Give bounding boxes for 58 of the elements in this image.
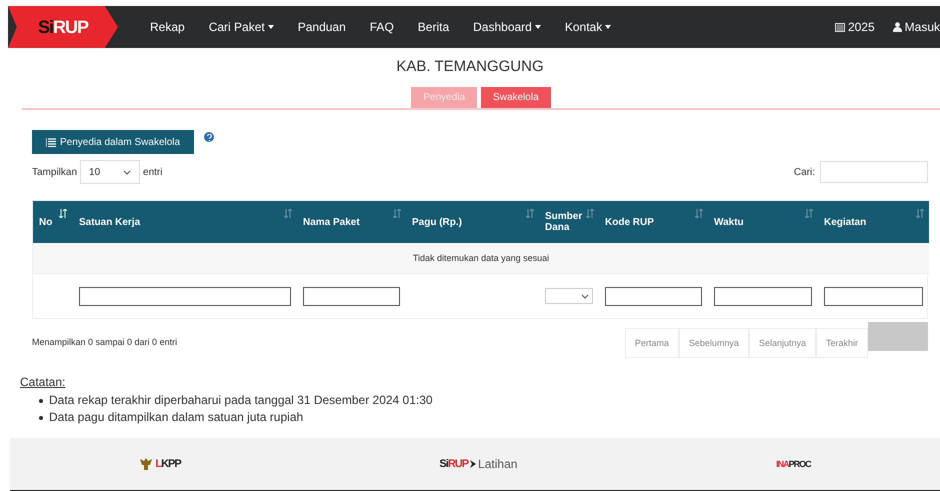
caret-icon	[268, 25, 274, 29]
sort-icon	[805, 209, 813, 218]
note-item: Data rekap terakhir diperbaharui pada tanggal 31 Desember 2024 01:30	[49, 392, 433, 409]
note-item: Data pagu ditampilkan dalam satuan juta rupiah	[49, 409, 304, 426]
page-title: KAB. TEMANGGUNG	[395, 58, 545, 75]
sirup-logo[interactable]: SiRUP	[8, 6, 118, 48]
column-filter-field[interactable]	[303, 286, 400, 306]
search-label: Cari:	[794, 166, 815, 178]
bullet-icon	[39, 416, 43, 420]
list-icon	[46, 138, 56, 146]
column-header[interactable]: Satuan Kerja	[73, 201, 297, 243]
column-header[interactable]: Waktu	[708, 201, 818, 243]
user-icon	[892, 22, 902, 32]
sirup-latihan-logo[interactable]: SiRUP Latihan	[439, 457, 518, 471]
table-info: Menampilkan 0 sampai 0 dari 0 entri	[32, 337, 178, 347]
column-filter-field[interactable]	[714, 286, 812, 306]
column-filter-field[interactable]	[824, 286, 923, 306]
sort-icon	[916, 209, 924, 218]
lkpp-logo[interactable]: LKPP	[139, 457, 181, 471]
column-header[interactable]: Pagu (Rp.)	[406, 201, 539, 243]
column-header[interactable]: Sumber Dana	[539, 201, 599, 243]
sort-icon	[586, 209, 594, 218]
caret-icon	[605, 25, 612, 29]
column-header[interactable]: Nama Paket	[297, 201, 406, 243]
caret-icon	[534, 25, 541, 29]
login-link[interactable]: Masuk	[892, 20, 940, 34]
column-filter-field[interactable]	[605, 286, 702, 306]
nav-link[interactable]: Kontak	[552, 20, 624, 34]
sort-icon	[526, 209, 534, 218]
show-label: Tampilkan	[32, 166, 78, 178]
nav-link[interactable]: Rekap	[138, 20, 197, 34]
pagination-filler	[868, 322, 928, 351]
calendar-icon	[834, 22, 845, 32]
sort-icon	[393, 209, 401, 218]
nav-link[interactable]: Dashboard	[461, 20, 553, 34]
year-link[interactable]: 2025	[834, 20, 875, 34]
chevron-down-icon	[581, 294, 589, 298]
notes-title: Catatan:	[20, 374, 66, 390]
empty-message: Tidak ditemukan data yang sesuai	[33, 243, 929, 274]
bullet-icon	[39, 398, 43, 402]
search-field[interactable]	[820, 161, 928, 183]
page-size-select[interactable]: 10	[80, 160, 140, 184]
column-header[interactable]: Kode RUP	[599, 201, 708, 243]
entries-label: entri	[143, 166, 162, 178]
inaproc-logo[interactable]: INAPROC	[776, 459, 811, 469]
column-filter-field[interactable]	[79, 286, 291, 306]
column-header[interactable]: Kegiatan	[818, 201, 929, 243]
chevron-down-icon	[123, 170, 132, 174]
nav-link[interactable]: Cari Paket	[196, 20, 286, 34]
nav-link[interactable]: FAQ	[358, 20, 406, 34]
penyedia-swakelola-button[interactable]: Penyedia dalam Swakelola	[32, 130, 194, 154]
sort-ascending-icon	[59, 209, 67, 218]
column-header[interactable]: No	[33, 201, 73, 243]
help-icon[interactable]	[204, 132, 214, 142]
nav-link[interactable]: Panduan	[286, 20, 358, 34]
sort-icon	[695, 209, 703, 218]
nav-link[interactable]: Berita	[406, 20, 462, 34]
sort-icon	[284, 209, 292, 218]
